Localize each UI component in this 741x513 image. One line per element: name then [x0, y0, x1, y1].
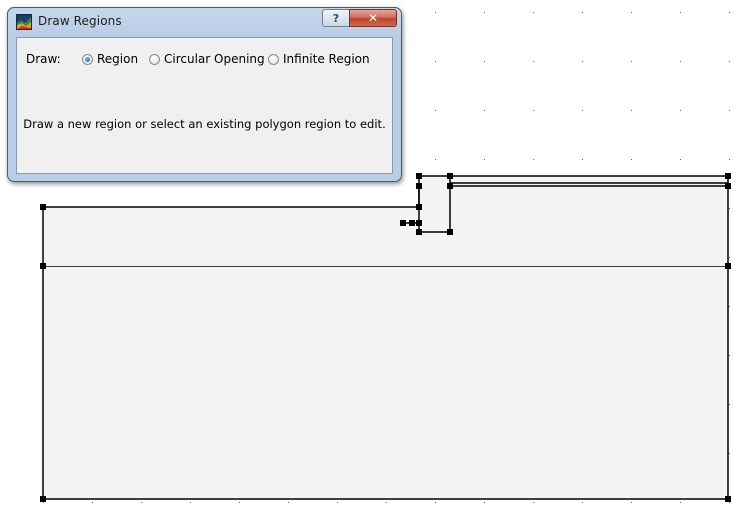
grid-dot — [729, 110, 730, 111]
grid-dot — [631, 12, 632, 13]
vertex-handle[interactable] — [40, 263, 46, 269]
close-icon: ✕ — [367, 11, 379, 25]
grid-dot — [729, 355, 730, 356]
vertex-handle[interactable] — [725, 183, 731, 189]
vertex-handle[interactable] — [447, 173, 453, 179]
vertex-handle[interactable] — [447, 229, 453, 235]
grid-dot — [729, 159, 730, 160]
grid-dot — [484, 61, 485, 62]
grid-dot — [435, 159, 436, 160]
grid-dot — [729, 208, 730, 209]
vertex-handle[interactable] — [40, 496, 46, 502]
vertex-handle[interactable] — [409, 220, 415, 226]
grid-dot — [435, 110, 436, 111]
grid-dot — [631, 61, 632, 62]
radio-region[interactable]: Region — [82, 52, 138, 66]
grid-dot — [337, 502, 338, 503]
help-icon: ? — [332, 11, 340, 25]
grid-dot — [190, 502, 191, 503]
vertex-handle[interactable] — [725, 173, 731, 179]
grid-dot — [729, 306, 730, 307]
grid-dot — [582, 61, 583, 62]
close-button[interactable]: ✕ — [349, 9, 397, 27]
vertex-handle[interactable] — [416, 183, 422, 189]
radio-circular-opening[interactable]: Circular Opening — [149, 52, 265, 66]
vertex-handle[interactable] — [447, 183, 453, 189]
grid-dot — [631, 110, 632, 111]
grid-dot — [92, 502, 93, 503]
grid-dot — [729, 453, 730, 454]
grid-dot — [582, 159, 583, 160]
grid-dot — [631, 502, 632, 503]
grid-dot — [729, 502, 730, 503]
instruction-message: Draw a new region or select an existing … — [23, 117, 386, 131]
grid-dot — [729, 61, 730, 62]
grid-dot — [680, 12, 681, 13]
dialog-body: Draw: Region Circular Opening Infinite R… — [16, 37, 393, 174]
grid-dot — [680, 159, 681, 160]
grid-dot — [435, 502, 436, 503]
app-icon — [16, 14, 32, 30]
grid-dot — [680, 502, 681, 503]
grid-dot — [533, 61, 534, 62]
grid-dot — [484, 12, 485, 13]
grid-dot — [239, 502, 240, 503]
vertex-handle[interactable] — [416, 204, 422, 210]
grid-dot — [631, 159, 632, 160]
grid-dot — [386, 502, 387, 503]
radio-button-icon[interactable] — [149, 53, 160, 65]
vertex-handle[interactable] — [416, 220, 422, 226]
grid-dot — [729, 257, 730, 258]
grid-dot — [533, 110, 534, 111]
grid-dot — [533, 12, 534, 13]
radio-button-icon[interactable] — [268, 53, 279, 65]
grid-dot — [582, 12, 583, 13]
vertex-handle[interactable] — [725, 496, 731, 502]
grid-dot — [680, 110, 681, 111]
grid-dot — [729, 404, 730, 405]
grid-dot — [533, 159, 534, 160]
grid-dot — [435, 12, 436, 13]
radio-infinite-region[interactable]: Infinite Region — [268, 52, 370, 66]
vertex-handle[interactable] — [400, 220, 406, 226]
upper-region[interactable] — [43, 176, 728, 266]
vertex-handle[interactable] — [416, 229, 422, 235]
grid-dot — [141, 502, 142, 503]
dialog-titlebar[interactable]: Draw Regions ? ✕ — [8, 8, 401, 36]
grid-dot — [582, 110, 583, 111]
grid-dot — [533, 502, 534, 503]
grid-dot — [288, 502, 289, 503]
grid-dot — [484, 110, 485, 111]
radio-region-label: Region — [97, 52, 139, 66]
help-button[interactable]: ? — [322, 9, 350, 27]
lower-region[interactable] — [42, 265, 729, 500]
grid-dot — [43, 502, 44, 503]
dialog-title: Draw Regions — [38, 14, 122, 28]
radio-circular-opening-label: Circular Opening — [164, 52, 265, 66]
vertex-handle[interactable] — [725, 263, 731, 269]
grid-dot — [582, 502, 583, 503]
grid-dot — [484, 159, 485, 160]
grid-dot — [680, 61, 681, 62]
radio-button-icon[interactable] — [82, 53, 93, 65]
vertex-handle[interactable] — [40, 204, 46, 210]
vertex-handle[interactable] — [416, 173, 422, 179]
radio-infinite-region-label: Infinite Region — [283, 52, 370, 66]
grid-dot — [435, 61, 436, 62]
draw-label: Draw: — [26, 52, 61, 66]
draw-regions-dialog: Draw Regions ? ✕ Draw: Region Circular O… — [7, 7, 402, 182]
grid-dot — [729, 12, 730, 13]
grid-dot — [484, 502, 485, 503]
